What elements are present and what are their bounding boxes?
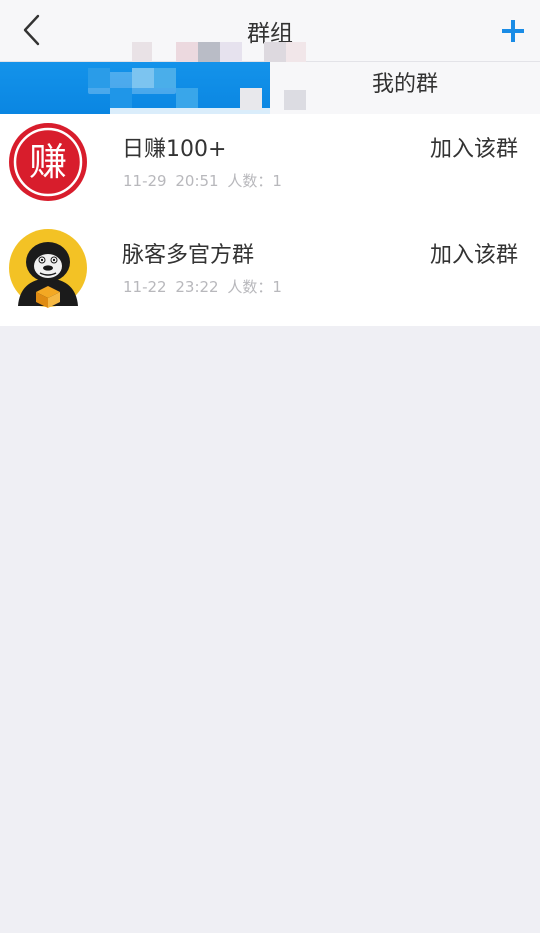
group-name: 日赚100+ [122, 137, 227, 162]
group-list: 赚 日赚100+ 11-29 20:51 人数：1 加入该群 脉客多官方群 11… [0, 114, 540, 326]
avatar-character: 赚 [29, 140, 67, 184]
tab-bar: 我的群 [0, 62, 540, 114]
redacted-mosaic [128, 42, 308, 62]
group-avatar: 赚 [8, 122, 88, 202]
group-date: 11-29 20:51 [123, 172, 219, 190]
group-name: 脉客多官方群 [122, 243, 255, 268]
join-group-button[interactable]: 加入该群 [430, 237, 518, 269]
gorilla-mascot-icon [9, 229, 87, 308]
add-group-button[interactable] [500, 16, 526, 46]
group-meta: 11-29 20:51 人数：1 [123, 170, 282, 191]
group-meta: 11-22 23:22 人数：1 [123, 276, 282, 297]
redacted-mosaic [240, 88, 306, 110]
group-members: 人数：1 [227, 172, 282, 190]
group-members: 人数：1 [227, 278, 282, 296]
group-row[interactable]: 脉客多官方群 11-22 23:22 人数：1 加入该群 [0, 220, 540, 326]
group-row[interactable]: 赚 日赚100+ 11-29 20:51 人数：1 加入该群 [0, 114, 540, 220]
redacted-mosaic [88, 68, 270, 114]
join-group-button[interactable]: 加入该群 [430, 131, 518, 163]
group-date: 11-22 23:22 [123, 278, 219, 296]
nav-bar: 群组 [0, 0, 540, 62]
tab-my-groups[interactable]: 我的群 [270, 62, 540, 114]
plus-icon [502, 20, 524, 42]
group-avatar [8, 228, 88, 308]
tab-all-groups[interactable] [0, 62, 270, 114]
